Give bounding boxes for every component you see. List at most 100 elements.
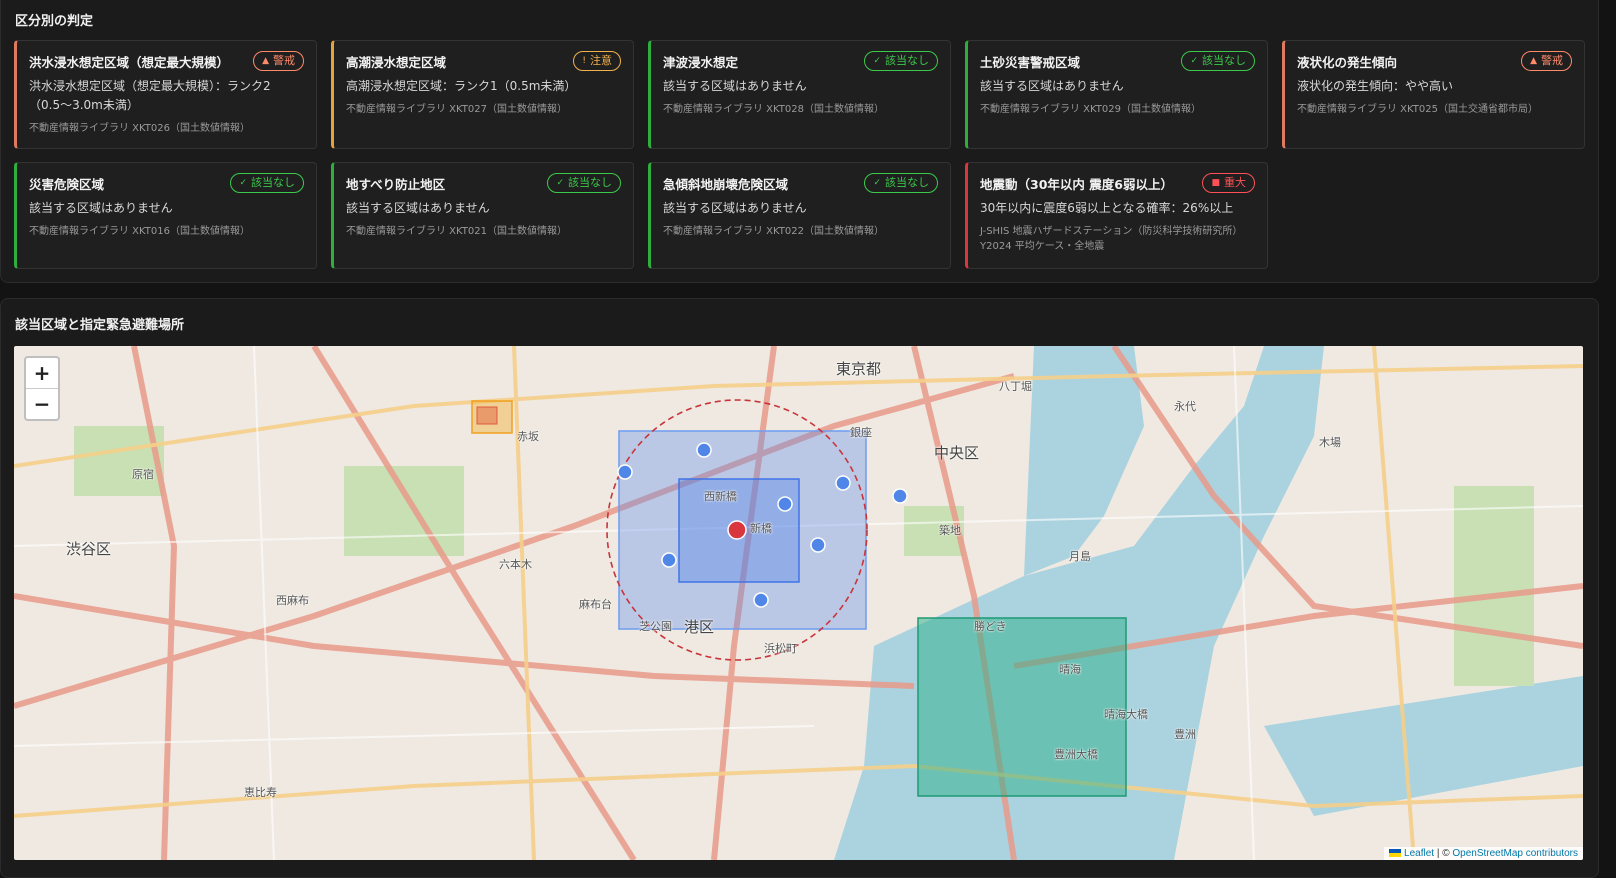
map-attribution: Leaflet | © OpenStreetMap contributors — [1384, 847, 1583, 860]
card-source: 不動産情報ライブラリ XKT016（国土数値情報） — [29, 226, 251, 237]
card-title: 津波浸水想定 — [663, 55, 739, 70]
judgement-card: 土砂災害警戒区域 ✓ 該当なし 該当する区域はありません 不動産情報ライブラリ XKT0… — [965, 40, 1268, 149]
judgement-section-title: 区分別の判定 — [15, 14, 94, 29]
shelter-marker[interactable] — [892, 488, 908, 504]
check-icon: ✓ — [556, 178, 564, 188]
attribution-separator: | © — [1434, 848, 1453, 859]
map-label-nishishinbashi: 西新橋 — [704, 490, 737, 503]
judgement-card: 災害危険区域 ✓ 該当なし該当する区域はありません不動産情報ライブラリ XKT016… — [14, 162, 317, 269]
map-label-harumi-ohashi: 晴海大橋 — [1104, 708, 1148, 721]
map-label-harumi: 晴海 — [1059, 663, 1081, 676]
map-label-ebisu: 恵比寿 — [244, 786, 277, 799]
map-section-title: 該当区域と指定緊急避難場所 — [15, 318, 185, 333]
map-tiles — [14, 346, 1583, 860]
check-icon: ✓ — [873, 56, 881, 66]
card-title: 急傾斜地崩壊危険区域 — [663, 177, 789, 192]
card-source: 不動産情報ライブラリ XKT026（国土数値情報） — [29, 123, 251, 134]
map-label-akasaka: 赤坂 — [517, 430, 539, 443]
shelter-marker[interactable] — [661, 552, 677, 568]
leaflet-link[interactable]: Leaflet — [1404, 848, 1434, 859]
map-label-tokyo: 東京都 — [836, 360, 882, 378]
map-label-ginza: 銀座 — [850, 426, 872, 439]
status-badge-label: 注意 — [590, 54, 612, 67]
map-label-shibuya: 渋谷区 — [66, 540, 112, 558]
map-label-hatchobori: 八丁堀 — [999, 380, 1032, 393]
ukraine-flag-icon — [1389, 849, 1402, 858]
card-source: 不動産情報ライブラリ XKT027（国土数値情報） — [346, 104, 568, 115]
shelter-marker[interactable] — [835, 475, 851, 491]
zoom-out-button[interactable]: − — [26, 388, 58, 419]
status-badge-label: 該当なし — [1202, 54, 1246, 67]
square-icon: ■ — [1211, 178, 1220, 188]
judgement-card: 洪水浸水想定区域（想定最大規模） ▲ 警戒 洪水浸水想定区域（想定最大規模）：ランク2… — [14, 40, 317, 149]
osm-contributors-link[interactable]: OpenStreetMap contributors — [1452, 848, 1578, 859]
judgement-card: 急傾斜地崩壊危険区域 ✓ 該当なし該当する区域はありません不動産情報ライブラリ XK… — [648, 162, 951, 269]
check-icon: ✓ — [1190, 56, 1198, 66]
map-label-eitai: 永代 — [1174, 400, 1196, 413]
card-result: 30年以内に震度6弱以上となる確率：26%以上 — [980, 201, 1234, 215]
card-result: 該当する区域はありません — [29, 201, 173, 215]
status-badge-label: 該当なし — [568, 176, 612, 189]
card-title: 災害危険区域 — [29, 177, 105, 192]
map-label-tsukishima: 月島 — [1069, 550, 1091, 563]
card-title: 液状化の発生傾向 — [1297, 55, 1398, 70]
status-badge: ✓ 該当なし — [1181, 51, 1255, 71]
card-title: 高潮浸水想定区域 — [346, 55, 447, 70]
status-badge-label: 該当なし — [885, 54, 929, 67]
liquefaction-area[interactable] — [917, 617, 1127, 797]
status-badge: ✓ 該当なし — [864, 51, 938, 71]
status-badge-label: 警戒 — [1541, 54, 1563, 67]
card-result: 該当する区域はありません — [663, 79, 807, 93]
shelter-marker[interactable] — [696, 442, 712, 458]
map-label-roppongi: 六本木 — [499, 558, 532, 571]
judgement-card: 液状化の発生傾向 ▲ 警戒液状化の発生傾向：やや高い不動産情報ライブラリ XKT02… — [1282, 40, 1585, 149]
judgement-card: 津波浸水想定 ✓ 該当なし 該当する区域はありません 不動産情報ライブラリ XKT028… — [648, 40, 951, 149]
shelter-marker[interactable] — [777, 496, 793, 512]
judgement-card: 高潮浸水想定区域! 注意 高潮浸水想定区域：ランク1（0.5m未満） 不動産情報ライブ… — [331, 40, 634, 149]
triangle-icon: ▲ — [1530, 56, 1537, 66]
card-source: 不動産情報ライブラリ XKT029（国土数値情報） — [980, 104, 1202, 115]
status-badge: ✓ 該当なし — [864, 173, 938, 193]
map-label-shiba-park: 芝公園 — [639, 620, 672, 633]
map-label-nishiazabu: 西麻布 — [276, 594, 309, 607]
check-icon: ✓ — [873, 178, 881, 188]
status-badge-label: 該当なし — [885, 176, 929, 189]
card-result: 洪水浸水想定区域（想定最大規模）：ランク2（0.5〜3.0m未満） — [29, 79, 271, 112]
zoom-in-button[interactable]: + — [26, 358, 58, 388]
status-badge-label: 該当なし — [251, 176, 295, 189]
status-badge: ✓ 該当なし — [547, 173, 621, 193]
hazard-map[interactable]: 東京都 中央区 港区 渋谷区 新橋 西新橋 晴海 豊洲 築地 銀座 赤坂 六本木… — [14, 346, 1583, 860]
map-label-hamamatsucho: 浜松町 — [764, 642, 797, 655]
map-label-toyosu-ohashi: 豊洲大橋 — [1054, 748, 1098, 761]
card-title: 地震動（30年以内 震度6弱以上） — [980, 177, 1173, 192]
map-label-chuo: 中央区 — [934, 444, 980, 462]
status-badge: ■ 重大 — [1202, 173, 1255, 193]
shelter-marker[interactable] — [810, 537, 826, 553]
map-label-harajuku: 原宿 — [132, 468, 154, 481]
map-label-minato: 港区 — [684, 618, 715, 636]
status-badge: ▲ 警戒 — [253, 51, 304, 71]
map-label-kachidoki: 勝どき — [974, 620, 1007, 633]
exclamation-icon: ! — [582, 56, 586, 66]
status-badge: ! 注意 — [573, 51, 621, 71]
card-result: 該当する区域はありません — [346, 201, 490, 215]
judgement-card: 地すべり防止地区 ✓ 該当なし 該当する区域はありません 不動産情報ライブラリ XKT0… — [331, 162, 634, 269]
judgement-card: 地震動（30年以内 震度6弱以上） ■ 重大 30年以内に震度6弱以上となる確率：26… — [965, 162, 1268, 269]
card-title: 土砂災害警戒区域 — [980, 55, 1081, 70]
status-badge: ▲ 警戒 — [1521, 51, 1572, 71]
shelter-marker[interactable] — [753, 592, 769, 608]
map-label-tsukiji: 築地 — [939, 524, 961, 537]
map-label-toyosu: 豊洲 — [1174, 728, 1196, 741]
card-source: 不動産情報ライブラリ XKT025（国土交通省都市局） — [1297, 104, 1539, 115]
zoom-control: + − — [24, 356, 60, 421]
target-location-marker[interactable] — [727, 520, 747, 540]
triangle-icon: ▲ — [262, 56, 269, 66]
card-result: 該当する区域はありません — [663, 201, 807, 215]
status-badge-label: 重大 — [1224, 176, 1246, 189]
shelter-marker[interactable] — [617, 464, 633, 480]
card-source: 不動産情報ライブラリ XKT022（国土数値情報） — [663, 226, 885, 237]
status-badge: ✓ 該当なし — [230, 173, 304, 193]
check-icon: ✓ — [239, 178, 247, 188]
map-label-shinbashi: 新橋 — [750, 522, 772, 535]
card-result: 液状化の発生傾向：やや高い — [1297, 79, 1454, 93]
